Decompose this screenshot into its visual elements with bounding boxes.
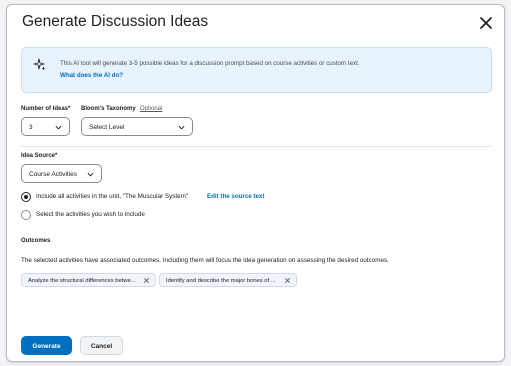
generate-button[interactable]: Generate [21, 336, 72, 355]
blooms-label: Bloom's Taxonomy [81, 106, 136, 112]
idea-source-select[interactable]: Course Activities [21, 164, 102, 183]
edit-source-text-link[interactable]: Edit the source text [207, 193, 264, 200]
idea-source-value: Course Activities [29, 170, 78, 178]
blooms-select[interactable]: Select Level [81, 117, 193, 136]
chevron-down-icon [87, 172, 94, 177]
sparkle-icon [33, 58, 46, 71]
outcome-chip-label: Analyze the structural differences betwe… [28, 277, 136, 284]
num-ideas-label: Number of Ideas* [21, 106, 71, 112]
remove-chip-icon[interactable] [143, 277, 150, 284]
outcomes-label: Outcomes [21, 238, 51, 244]
dialog-title: Generate Discussion Ideas [22, 13, 209, 30]
chevron-down-icon [55, 125, 62, 130]
include-all-radio[interactable] [21, 192, 31, 202]
blooms-value: Select Level [89, 123, 125, 131]
banner-message: This AI tool will generate 3-5 possible … [60, 60, 360, 67]
cancel-button[interactable]: Cancel [80, 336, 123, 355]
blooms-optional: Optional [140, 106, 163, 112]
ai-info-banner: This AI tool will generate 3-5 possible … [21, 47, 492, 93]
outcomes-description: The selected activities have associated … [21, 257, 389, 264]
remove-chip-icon[interactable] [284, 277, 291, 284]
outcome-chip-label: Identify and describe the major bones of… [166, 277, 276, 284]
select-activities-label: Select the activities you wish to includ… [36, 211, 145, 218]
close-icon[interactable] [478, 15, 494, 31]
chevron-down-icon [178, 125, 185, 130]
num-ideas-select[interactable]: 3 [21, 117, 70, 136]
divider [21, 146, 492, 147]
outcome-chip: Analyze the structural differences betwe… [21, 273, 156, 287]
outcome-chip: Identify and describe the major bones of… [159, 273, 297, 287]
what-does-ai-do-link[interactable]: What does the AI do? [60, 72, 123, 79]
idea-source-label: Idea Source* [21, 153, 58, 159]
select-activities-radio[interactable] [21, 210, 31, 220]
include-all-label: Include all activities in the unit, "The… [36, 193, 189, 200]
num-ideas-value: 3 [29, 123, 33, 131]
generate-ideas-dialog: Generate Discussion Ideas This AI tool w… [6, 4, 505, 362]
